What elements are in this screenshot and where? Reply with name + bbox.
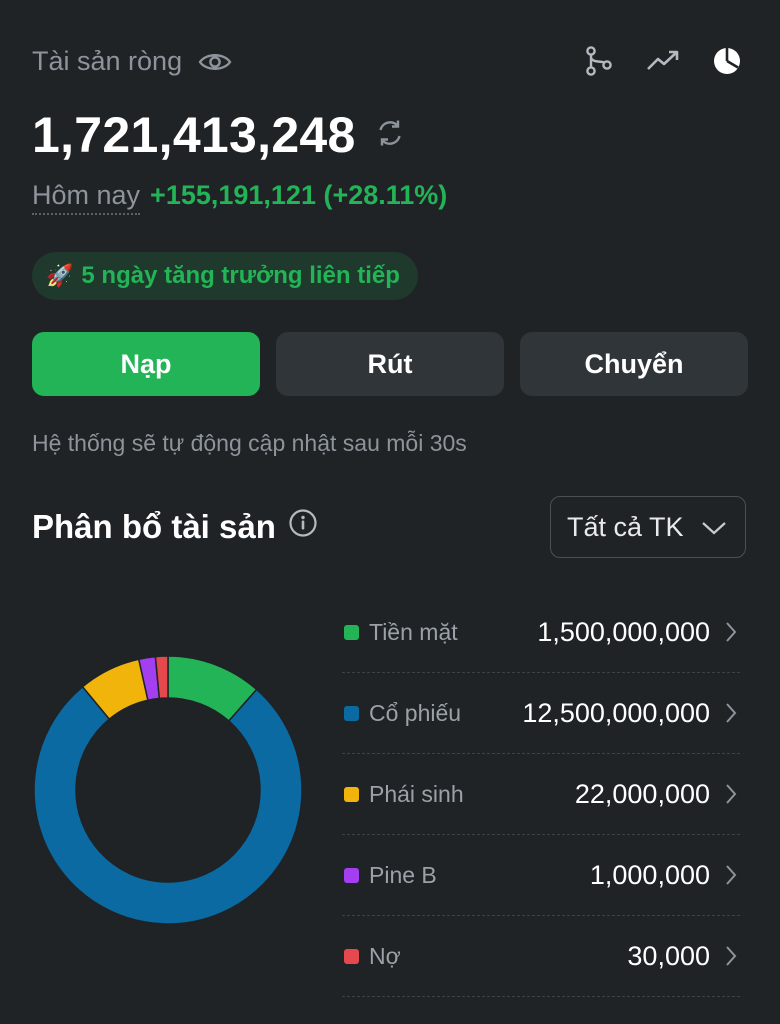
today-change-row: Hôm nay +155,191,121 (+28.11%) [32,180,447,215]
trend-up-icon[interactable] [646,44,680,78]
info-icon[interactable] [288,508,318,546]
legend-name: Pine B [369,861,437,888]
net-worth-header: Tài sản ròng [32,46,232,77]
eye-icon[interactable] [198,50,232,74]
legend-item-stocks[interactable]: Cổ phiếu 12,500,000,000 [342,673,740,754]
legend-swatch [344,786,359,802]
chevron-right-icon [724,620,738,644]
pie-chart-icon[interactable] [710,44,744,78]
donut-slice-2[interactable] [33,685,303,925]
rocket-icon: 🚀 [46,263,74,288]
legend-value: 12,500,000,000 [522,697,710,728]
legend-swatch [344,948,359,964]
allocation-donut-chart [33,655,303,925]
legend-item-cash[interactable]: Tiền mặt 1,500,000,000 [342,592,740,673]
today-change-value: +155,191,121 (+28.11%) [150,180,448,210]
legend-value: 30,000 [627,940,710,971]
legend-name: Cổ phiếu [369,699,462,726]
chevron-right-icon [724,701,738,725]
refresh-icon[interactable] [374,117,406,154]
legend-name: Phái sinh [369,780,464,807]
net-worth-label: Tài sản ròng [32,46,183,76]
legend-swatch [344,624,359,640]
chevron-right-icon [724,782,738,806]
chevron-right-icon [724,863,738,887]
header-toolbar [582,44,744,78]
net-worth-row: 1,721,413,248 [32,106,406,164]
withdraw-button[interactable]: Rút [276,332,504,396]
legend-value: 1,000,000 [589,859,710,890]
chevron-down-icon [701,512,727,543]
auto-update-notice: Hệ thống sẽ tự động cập nhật sau mỗi 30s [32,430,467,456]
action-buttons: Nạp Rút Chuyển [32,332,748,396]
streak-label: 5 ngày tăng trưởng liên tiếp [81,262,400,289]
legend-swatch [344,867,359,883]
legend-item-debt[interactable]: Nợ 30,000 [342,916,740,997]
transfer-button[interactable]: Chuyển [520,332,748,396]
legend-name: Tiền mặt [369,618,458,645]
allocation-legend: Tiền mặt 1,500,000,000 Cổ phiếu 12,500,0… [342,592,740,997]
deposit-button[interactable]: Nạp [32,332,260,396]
legend-item-pine-b[interactable]: Pine B 1,000,000 [342,835,740,916]
legend-item-derivatives[interactable]: Phái sinh 22,000,000 [342,754,740,835]
legend-value: 22,000,000 [574,778,710,809]
legend-swatch [344,705,359,721]
legend-value: 1,500,000,000 [537,616,710,647]
account-filter-select[interactable]: Tất cả TK [550,496,746,558]
legend-name: Nợ [369,942,401,969]
streak-badge: 🚀 5 ngày tăng trưởng liên tiếp [32,252,418,300]
today-label: Hôm nay [32,180,141,215]
account-filter-value: Tất cả TK [567,511,684,542]
chevron-right-icon [724,944,738,968]
branch-icon[interactable] [582,44,616,78]
net-worth-value: 1,721,413,248 [32,107,356,163]
allocation-header: Phân bổ tài sản [32,508,318,546]
allocation-title: Phân bổ tài sản [32,508,276,545]
